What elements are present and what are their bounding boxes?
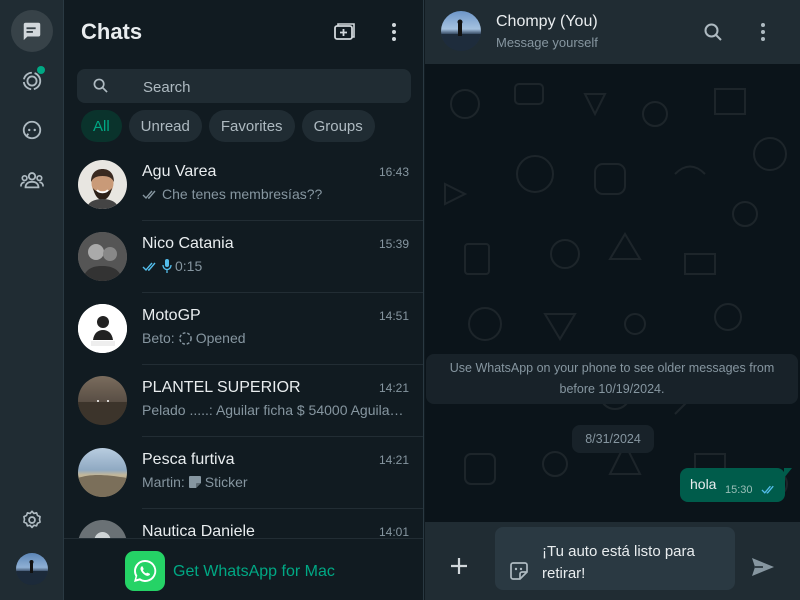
chat-time: 14:51 [378, 309, 409, 323]
chat-preview-sender: Martin: [142, 474, 185, 490]
chat-time: 14:01 [378, 525, 409, 539]
message-composer: ¡Tu auto está listo para retirar! [425, 522, 800, 600]
contact-subtitle: Message yourself [496, 35, 598, 50]
avatar [78, 448, 127, 497]
chat-preview-sender: Beto: [142, 330, 175, 346]
chat-row-motogp[interactable]: MotoGP 14:51 Beto: Opened [64, 293, 423, 365]
microphone-icon [162, 259, 172, 273]
chat-preview: Beto: Opened [142, 330, 404, 346]
profile-avatar[interactable] [16, 553, 48, 585]
chat-time: 14:21 [378, 381, 409, 395]
left-rail [0, 0, 64, 600]
bubble-tail [784, 468, 792, 478]
avatar [78, 304, 127, 353]
chat-preview-text: 0:15 [175, 258, 203, 274]
chat-time: 16:43 [378, 165, 409, 179]
message-time: 15:30 [725, 484, 753, 496]
chat-preview-text: Sticker [204, 474, 248, 490]
search-icon [93, 78, 108, 93]
chat-row-plantel-superior[interactable]: PLANTEL SUPERIOR 14:21 Pelado .....: Agu… [64, 365, 423, 437]
settings-icon[interactable] [11, 499, 53, 541]
chat-preview: 0:15 [142, 258, 404, 274]
chat-time: 15:39 [378, 237, 409, 251]
double-check-read-icon [142, 262, 156, 271]
chat-time: 14:21 [378, 453, 409, 467]
search-icon[interactable] [697, 16, 729, 48]
filter-groups[interactable]: Groups [301, 110, 375, 142]
date-divider: 8/31/2024 [572, 425, 654, 453]
filter-all[interactable]: All [81, 110, 122, 142]
filter-chips: All Unread Favorites Groups [81, 110, 375, 142]
message-input[interactable]: ¡Tu auto está listo para retirar! [495, 527, 735, 590]
status-unread-dot [37, 66, 45, 74]
attach-plus-icon[interactable] [449, 556, 469, 576]
chat-preview: Pelado .....: Aguilar ficha $ 54000 Agui… [142, 402, 404, 418]
chat-row-agu-varea[interactable]: Agu Varea 16:43 Che tenes membresías?? [64, 149, 423, 221]
filter-unread[interactable]: Unread [128, 110, 202, 142]
avatar[interactable] [441, 11, 481, 51]
conversation-header[interactable]: Chompy (You) Message yourself [425, 0, 800, 64]
chat-name: Pesca furtiva [142, 451, 235, 468]
double-check-read-icon [761, 485, 774, 494]
double-check-icon [142, 190, 156, 199]
system-message: Use WhatsApp on your phone to see older … [426, 354, 798, 404]
sticker-icon [188, 476, 201, 488]
view-once-icon [178, 331, 192, 345]
send-icon[interactable] [751, 557, 775, 577]
chat-row-nico-catania[interactable]: Nico Catania 15:39 0:15 [64, 221, 423, 293]
filter-favorites[interactable]: Favorites [208, 110, 295, 142]
chat-wallpaper [444, 83, 788, 497]
status-icon[interactable] [11, 60, 53, 102]
get-whatsapp-mac-link[interactable]: Get WhatsApp for Mac [173, 563, 335, 581]
page-title: Chats [81, 19, 143, 44]
menu-icon[interactable] [747, 16, 779, 48]
get-whatsapp-mac-banner: Get WhatsApp for Mac [64, 538, 423, 600]
message-text: hola [690, 476, 717, 492]
channels-icon[interactable] [11, 109, 53, 151]
whatsapp-logo-icon [125, 551, 165, 591]
contact-name: Chompy (You) [496, 13, 598, 30]
chat-name: Nico Catania [142, 235, 234, 252]
chat-list-panel: Chats All Unread Favorites Groups Agu Va… [64, 0, 424, 600]
chat-preview-text: Opened [195, 330, 246, 346]
avatar [78, 232, 127, 281]
chat-preview-text: Pelado .....: Aguilar ficha $ 54000 Agui… [142, 402, 404, 418]
chat-name: Agu Varea [142, 163, 217, 180]
chat-name: MotoGP [142, 307, 201, 324]
avatar [78, 160, 127, 209]
chats-icon[interactable] [11, 10, 53, 52]
menu-icon[interactable] [378, 16, 410, 48]
new-chat-icon[interactable] [328, 16, 360, 48]
chat-name: PLANTEL SUPERIOR [142, 379, 301, 396]
communities-icon[interactable] [11, 159, 53, 201]
chat-row-pesca-furtiva[interactable]: Pesca furtiva 14:21 Martin: Sticker [64, 437, 423, 509]
sticker-icon[interactable] [509, 561, 529, 581]
outgoing-message[interactable]: hola 15:30 [680, 468, 792, 502]
chat-preview-text: Che tenes membresías?? [162, 186, 323, 202]
avatar [78, 376, 127, 425]
search-input[interactable] [141, 69, 395, 105]
message-draft-text: ¡Tu auto está listo para retirar! [542, 543, 695, 582]
chat-preview: Che tenes membresías?? [142, 186, 404, 202]
conversation-panel: Chompy (You) Message yourself Use WhatsA… [425, 0, 800, 600]
chat-preview: Martin: Sticker [142, 474, 404, 490]
search-box [77, 69, 411, 105]
